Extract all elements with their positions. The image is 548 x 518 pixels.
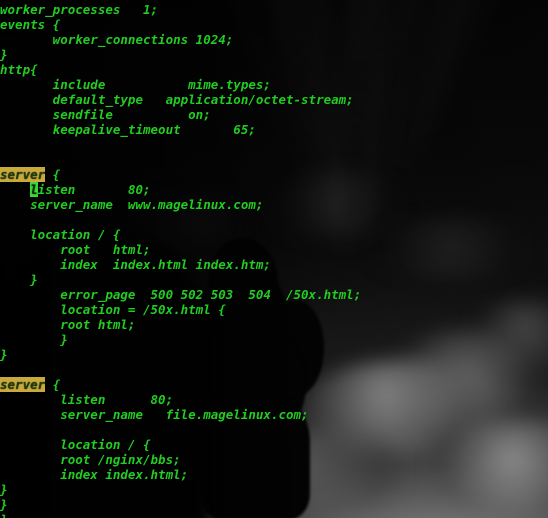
code-line[interactable]: } <box>0 332 548 347</box>
code-line[interactable]: location = /50x.html { <box>0 302 548 317</box>
code-line[interactable]: } <box>0 347 548 362</box>
search-match-highlight: server <box>0 167 46 182</box>
code-line[interactable] <box>0 137 548 152</box>
code-line[interactable]: root html; <box>0 242 548 257</box>
code-line[interactable]: error_page 500 502 503 504 /50x.html; <box>0 287 548 302</box>
code-line[interactable]: sendfile on; <box>0 107 548 122</box>
code-line[interactable]: include mime.types; <box>0 77 548 92</box>
config-text-area[interactable]: worker_processes 1; events { worker_conne… <box>0 0 548 518</box>
code-line[interactable] <box>0 422 548 437</box>
code-line[interactable] <box>0 152 548 167</box>
code-line[interactable] <box>0 212 548 227</box>
terminal-editor-screen: worker_processes 1; events { worker_conne… <box>0 0 548 518</box>
code-line[interactable]: server { <box>0 377 548 392</box>
code-line[interactable]: listen 80; <box>0 182 548 197</box>
code-line[interactable] <box>0 362 548 377</box>
code-line[interactable]: index index.html index.htm; <box>0 257 548 272</box>
code-line[interactable]: location / { <box>0 437 548 452</box>
code-line[interactable]: default_type application/octet-stream; <box>0 92 548 107</box>
text-cursor: l <box>30 182 38 197</box>
code-text: { <box>45 167 61 182</box>
code-text: { <box>45 377 61 392</box>
code-line[interactable]: worker_processes 1; <box>0 2 548 17</box>
code-line[interactable]: root html; <box>0 317 548 332</box>
code-line[interactable]: events { <box>0 17 548 32</box>
code-line[interactable]: } <box>0 272 548 287</box>
code-line[interactable]: } <box>0 47 548 62</box>
code-text: isten 80; <box>37 182 151 197</box>
code-line[interactable]: server_name file.magelinux.com; <box>0 407 548 422</box>
code-line[interactable]: } <box>0 512 548 518</box>
code-line[interactable]: server { <box>0 167 548 182</box>
code-line[interactable]: worker_connections 1024; <box>0 32 548 47</box>
code-line[interactable]: } <box>0 482 548 497</box>
search-match-highlight: server <box>0 377 46 392</box>
code-line[interactable]: index index.html; <box>0 467 548 482</box>
code-line[interactable]: location / { <box>0 227 548 242</box>
code-line[interactable]: root /nginx/bbs; <box>0 452 548 467</box>
code-line[interactable]: } <box>0 497 548 512</box>
code-line[interactable]: keepalive_timeout 65; <box>0 122 548 137</box>
code-line[interactable]: listen 80; <box>0 392 548 407</box>
code-line[interactable]: http{ <box>0 62 548 77</box>
code-line[interactable]: server_name www.magelinux.com; <box>0 197 548 212</box>
